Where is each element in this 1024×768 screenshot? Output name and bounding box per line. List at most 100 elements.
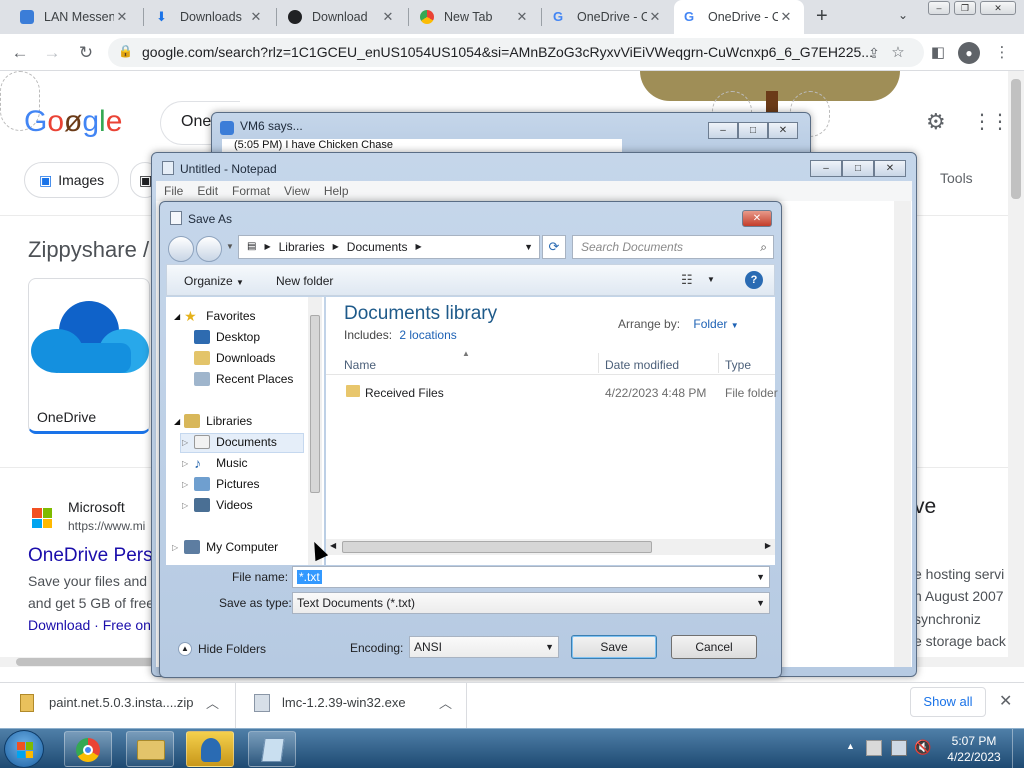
maximize-button[interactable]: □ (738, 122, 768, 139)
nav-downloads[interactable]: Downloads (194, 351, 275, 365)
google-logo[interactable]: Goøgle (24, 105, 122, 139)
new-folder-button[interactable]: New folder (276, 274, 333, 288)
close-tab-icon[interactable]: ✕ (778, 9, 794, 25)
menu-help[interactable]: Help (324, 181, 349, 201)
address-bar[interactable]: 🔒 google.com/search?rlz=1C1GCEU_enUS1054… (108, 38, 924, 67)
start-button[interactable] (4, 730, 44, 768)
scrollbar-thumb[interactable] (16, 658, 156, 666)
taskbar-lan-messenger[interactable] (186, 731, 234, 767)
search-documents-field[interactable]: Search Documents ⌕ (572, 235, 774, 259)
show-all-button[interactable]: Show all (910, 687, 986, 717)
save-as-type-select[interactable]: Text Documents (*.txt) ▼ (292, 592, 770, 614)
file-row[interactable]: Received Files 4/22/2023 4:48 PM File fo… (326, 383, 778, 403)
settings-gear-icon[interactable]: ⚙ (926, 109, 946, 135)
tab-search-chevron-icon[interactable]: ⌄ (898, 8, 908, 22)
scroll-right-icon[interactable]: ▶ (765, 541, 771, 550)
menu-view[interactable]: View (284, 181, 310, 201)
breadcrumb-documents[interactable]: Documents (347, 236, 408, 258)
nav-music[interactable]: ▷ ♪ Music (182, 456, 248, 470)
back-button[interactable] (168, 236, 194, 262)
profile-avatar-icon[interactable]: ● (958, 42, 980, 64)
nav-documents[interactable]: ▷ Documents (182, 435, 277, 449)
nav-my-computer[interactable]: ▷ My Computer (172, 540, 278, 554)
menu-kebab-icon[interactable]: ⋮ (990, 41, 1014, 65)
recent-locations-chevron-icon[interactable]: ▼ (226, 242, 234, 251)
refresh-icon[interactable]: ⟳ (542, 235, 566, 259)
download-options-chevron-icon[interactable]: ︿ (439, 693, 452, 712)
view-chevron-icon[interactable]: ▼ (707, 275, 715, 284)
side-panel-icon[interactable]: ◧ (926, 41, 950, 65)
tab-download[interactable]: Download ✕ (278, 0, 406, 34)
taskbar-chrome[interactable] (64, 731, 112, 767)
save-as-dialog[interactable]: Save As ✕ ▼ ▤ ▶ Libraries ▶ Documents ▶ … (159, 201, 782, 678)
tab-onedrive-active[interactable]: G OneDrive - C ✕ (674, 0, 804, 34)
menu-format[interactable]: Format (232, 181, 270, 201)
close-tab-icon[interactable]: ✕ (114, 9, 130, 25)
nav-recent-places[interactable]: Recent Places (194, 372, 293, 386)
url-text[interactable]: google.com/search?rlz=1C1GCEU_enUS1054US… (142, 44, 872, 60)
close-window-button[interactable]: ✕ (980, 1, 1016, 15)
show-desktop-button[interactable] (1012, 729, 1024, 768)
tab-lan-messenger[interactable]: LAN Messen ✕ (10, 0, 140, 34)
close-downloads-bar-icon[interactable]: ✕ (999, 691, 1012, 711)
column-name[interactable]: Name (344, 358, 376, 372)
tab-onedrive-1[interactable]: G OneDrive - C ✕ (543, 0, 673, 34)
forward-arrow-icon[interactable]: → (40, 41, 64, 65)
file-list-hscrollbar[interactable]: ◀ ▶ (326, 539, 775, 555)
menu-edit[interactable]: Edit (197, 181, 218, 201)
close-tab-icon[interactable]: ✕ (647, 9, 663, 25)
nav-videos[interactable]: ▷ Videos (182, 498, 253, 512)
page-scrollbar[interactable] (1008, 71, 1024, 667)
bookmark-star-icon[interactable]: ☆ (886, 41, 910, 65)
forward-button[interactable] (196, 236, 222, 262)
notepad-scrollbar[interactable] (894, 201, 911, 667)
breadcrumb-libraries[interactable]: Libraries (279, 236, 325, 258)
nav-pictures[interactable]: ▷ Pictures (182, 477, 260, 491)
tools-button[interactable]: Tools (940, 170, 973, 186)
scrollbar-thumb[interactable] (1011, 79, 1021, 199)
download-item[interactable]: paint.net.5.0.3.insta....zip ︿ (0, 683, 236, 729)
help-icon[interactable]: ? (745, 271, 763, 289)
minimize-button[interactable]: – (708, 122, 738, 139)
back-arrow-icon[interactable]: ← (8, 41, 32, 65)
maximize-button[interactable]: □ (842, 160, 874, 177)
close-button[interactable]: ✕ (874, 160, 906, 177)
close-tab-icon[interactable]: ✕ (380, 9, 396, 25)
taskbar-notepad[interactable] (248, 731, 296, 767)
action-center-flag-icon[interactable] (866, 740, 882, 756)
scroll-left-icon[interactable]: ◀ (330, 541, 336, 550)
libraries-node[interactable]: ◢ Libraries (174, 414, 252, 428)
download-options-chevron-icon[interactable]: ︿ (206, 693, 219, 712)
close-button[interactable]: ✕ (742, 210, 772, 227)
result-title-link[interactable]: OneDrive Pers (28, 545, 153, 567)
column-type[interactable]: Type (725, 358, 751, 372)
scrollbar-thumb[interactable] (310, 315, 320, 493)
encoding-select[interactable]: ANSI ▼ (409, 636, 559, 658)
encoding-dropdown-icon[interactable]: ▼ (545, 637, 554, 657)
taskbar-explorer[interactable] (126, 731, 174, 767)
menu-file[interactable]: File (164, 181, 183, 201)
close-tab-icon[interactable]: ✕ (514, 9, 530, 25)
tab-downloads[interactable]: ⬇ Downloads ✕ (146, 0, 274, 34)
result-sitelinks[interactable]: Download · Free onl (28, 617, 154, 633)
share-icon[interactable]: ⇪ (862, 41, 886, 65)
nav-pane-scrollbar[interactable] (308, 297, 322, 565)
organize-button[interactable]: Organize ▼ (184, 274, 244, 288)
close-tab-icon[interactable]: ✕ (248, 9, 264, 25)
locations-link[interactable]: 2 locations (399, 328, 456, 342)
arrange-dropdown[interactable]: Folder ▼ (693, 317, 738, 331)
save-button[interactable]: Save (571, 635, 657, 659)
cancel-button[interactable]: Cancel (671, 635, 757, 659)
address-breadcrumb[interactable]: ▤ ▶ Libraries ▶ Documents ▶ ▼ (238, 235, 540, 259)
file-name-dropdown-icon[interactable]: ▼ (756, 567, 765, 587)
scrollbar-thumb[interactable] (342, 541, 652, 553)
reload-icon[interactable]: ↻ (74, 41, 98, 65)
close-button[interactable]: ✕ (768, 122, 798, 139)
clock[interactable]: 5:07 PM 4/22/2023 (944, 733, 1004, 765)
breadcrumb-dropdown-icon[interactable]: ▼ (524, 236, 533, 258)
images-filter-chip[interactable]: ▣ Images (24, 162, 120, 198)
file-name-input[interactable]: *.txt ▼ (292, 566, 770, 588)
network-icon[interactable] (891, 740, 907, 756)
result-url[interactable]: https://www.mi (68, 519, 145, 533)
nav-desktop[interactable]: Desktop (194, 330, 260, 344)
